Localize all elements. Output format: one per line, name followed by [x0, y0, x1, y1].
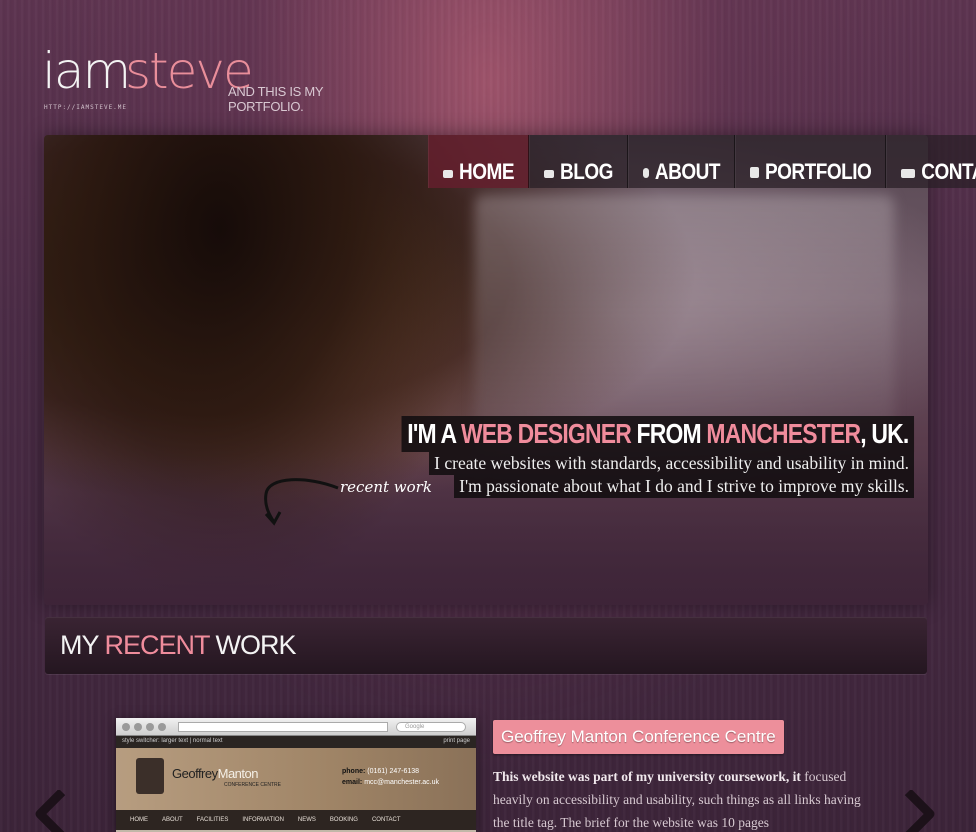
section-heading-recent-work: MY RECENT WORK: [45, 617, 927, 674]
headline-part-c: FROM: [630, 418, 707, 449]
section-word-work: WORK: [215, 630, 297, 660]
shot-menu-item: CONTACT: [371, 817, 401, 823]
browser-home-icon: [158, 723, 166, 731]
headline-part-a: I'M A: [407, 418, 461, 449]
shot-name-a: Geoffrey: [172, 766, 218, 781]
envelope-icon: [901, 169, 916, 178]
shot-email-label: email:: [342, 779, 363, 786]
headline-manchester: MANCHESTER: [706, 418, 861, 449]
project-title[interactable]: Geoffrey Manton Conference Centre: [493, 720, 784, 754]
shot-print: print page: [443, 738, 470, 744]
nav-item-contact[interactable]: CONTACT: [886, 135, 976, 188]
section-word-recent: RECENT: [104, 630, 211, 660]
project-screenshot[interactable]: Google style switcher: larger text | nor…: [116, 718, 476, 832]
home-icon: [443, 170, 453, 178]
logo-url: HTTP://IAMSTEVE.ME: [44, 104, 128, 111]
shot-name-b: Manton: [217, 766, 259, 781]
shot-phone-label: phone:: [342, 768, 366, 775]
nav-label-about: ABOUT: [654, 160, 721, 185]
shot-menu-item: BOOKING: [329, 817, 358, 823]
recent-work-link[interactable]: recent work: [340, 478, 432, 496]
browser-back-icon: [122, 723, 130, 731]
curved-arrow-icon: [264, 478, 339, 526]
intro-line-2: I'm passionate about what I do and I str…: [454, 475, 914, 498]
shot-subtitle: CONFERENCE CENTRE: [224, 782, 281, 788]
browser-search-box: Google: [396, 722, 466, 732]
shot-topbar: style switcher: larger text | normal tex…: [116, 736, 476, 748]
nav-label-home: HOME: [459, 160, 515, 185]
logo-tagline: AND THIS IS MY PORTFOLIO.: [228, 84, 324, 114]
nav-item-about[interactable]: ABOUT: [627, 135, 735, 188]
shot-style-switcher: style switcher: larger text | normal tex…: [122, 738, 223, 744]
intro-line-1: I create websites with standards, access…: [429, 452, 914, 475]
project-description: This website was part of my university c…: [493, 765, 873, 832]
carousel-next-icon[interactable]: [900, 790, 940, 832]
site-logo[interactable]: iam steve AND THIS IS MY PORTFOLIO. HTTP…: [42, 42, 382, 114]
shot-menu-item: FACILITIES: [196, 817, 229, 823]
browser-reload-icon: [146, 723, 154, 731]
nav-label-contact: CONTACT: [921, 160, 976, 185]
section-word-my: MY: [60, 630, 99, 660]
logo-iam: iam: [42, 42, 131, 100]
nav-label-blog: BLOG: [560, 160, 613, 185]
browser-chrome: Google: [116, 718, 476, 736]
nav-item-home[interactable]: HOME: [428, 135, 529, 188]
shot-menu-item: HOME: [130, 817, 148, 823]
shot-banner: GeoffreyManton CONFERENCE CENTRE phone: …: [116, 748, 476, 810]
headline-web-designer: WEB DESIGNER: [460, 418, 632, 449]
shot-menu-item: INFORMATION: [242, 817, 284, 823]
person-icon: [642, 168, 649, 178]
shot-contact: phone: (0161) 247-6138 email: mcc@manche…: [342, 766, 439, 788]
main-nav: HOME BLOG ABOUT PORTFOLIO CONTACT: [428, 135, 976, 188]
hero-banner: [44, 135, 928, 605]
speech-bubble-icon: [544, 170, 554, 178]
shot-phone: (0161) 247-6138: [367, 768, 420, 775]
shot-site-name: GeoffreyManton: [172, 766, 259, 781]
intro-headline: I'M A WEB DESIGNER FROM MANCHESTER, UK.: [401, 416, 914, 452]
shot-menu-item: ABOUT: [162, 817, 183, 823]
browser-address-bar: [178, 722, 388, 732]
nav-item-portfolio[interactable]: PORTFOLIO: [734, 135, 887, 188]
shot-menu-item: NEWS: [297, 817, 316, 823]
project-desc-bold: This website was part of my university c…: [493, 769, 801, 784]
nav-item-blog[interactable]: BLOG: [529, 135, 628, 188]
university-crest-icon: [136, 758, 164, 794]
browser-forward-icon: [134, 723, 142, 731]
shot-menu: HOME ABOUT FACILITIES INFORMATION NEWS B…: [116, 810, 476, 830]
carousel-prev-icon[interactable]: [30, 790, 70, 832]
nav-label-portfolio: PORTFOLIO: [764, 160, 872, 185]
shot-email: mcc@manchester.ac.uk: [364, 779, 439, 786]
document-icon: [749, 167, 759, 178]
headline-part-e: , UK.: [860, 418, 909, 449]
